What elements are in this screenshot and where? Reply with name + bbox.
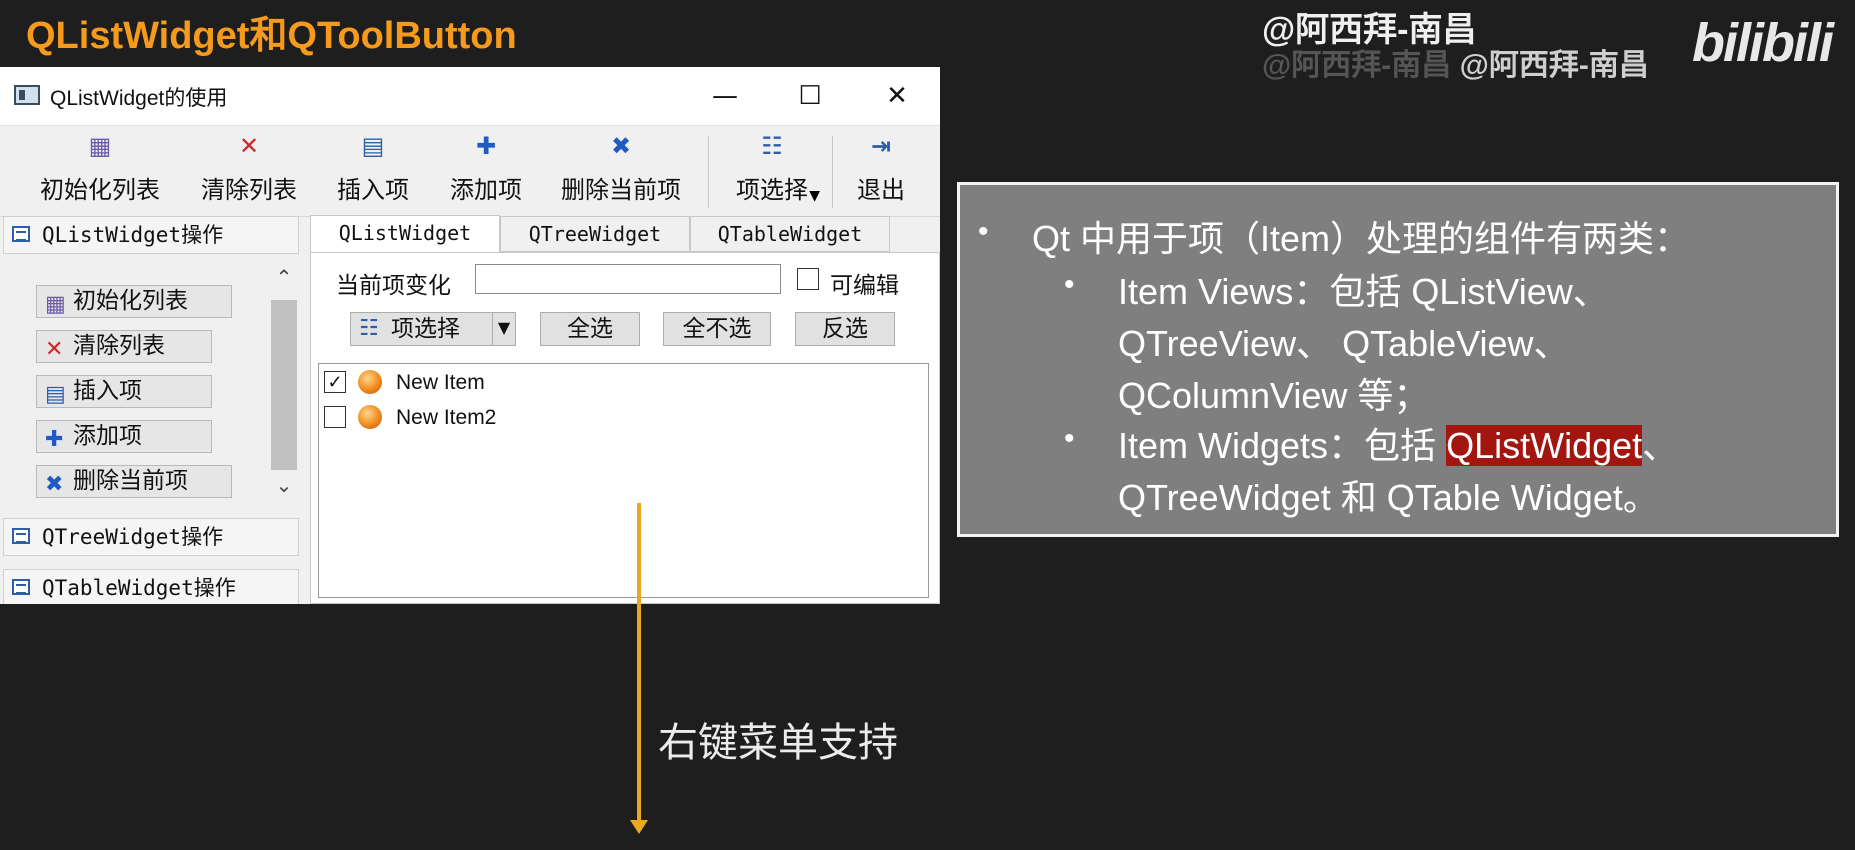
info-line-5: Item Widgets：包括 QListWidget、 bbox=[1118, 425, 1679, 466]
orange-ball-icon bbox=[358, 405, 382, 429]
minimize-button[interactable]: — bbox=[690, 67, 760, 125]
editable-label: 可编辑 bbox=[830, 273, 899, 299]
info-line-2: Item Views：包括 QListView、 bbox=[1118, 271, 1609, 312]
current-item-label: 当前项变化 bbox=[336, 273, 451, 299]
clear-list-tool-button[interactable]: ✕ 清除列表 bbox=[190, 130, 308, 212]
orange-ball-icon bbox=[358, 370, 382, 394]
tree-icon bbox=[12, 528, 30, 544]
toolbox-delete-item-button[interactable]: ✖ 删除当前项 bbox=[36, 465, 232, 498]
toolbox-add-item-button[interactable]: ✚ 添加项 bbox=[36, 420, 212, 453]
info-line-6: QTreeWidget 和 QTable Widget。 bbox=[1118, 477, 1659, 518]
delete-item-tool-button[interactable]: ✖ 删除当前项 bbox=[556, 130, 686, 212]
close-button[interactable]: ✕ bbox=[862, 67, 932, 125]
info-box: • Qt 中用于项（Item）处理的组件有两类： • Item Views：包括… bbox=[957, 182, 1839, 537]
dropdown-arrow-icon: ▼ bbox=[809, 188, 820, 204]
clear-icon: ✕ bbox=[238, 132, 260, 160]
list-init-icon: ▦ bbox=[45, 292, 66, 317]
bullet-icon: • bbox=[1064, 268, 1075, 301]
annotation-arrow-head-icon bbox=[630, 820, 648, 834]
table-icon bbox=[12, 579, 30, 595]
toolbox-section-tablewidget[interactable]: QTableWidget操作 bbox=[3, 569, 299, 604]
select-all-button[interactable]: 全选 bbox=[540, 312, 640, 346]
scrollbar-thumb[interactable] bbox=[271, 300, 297, 470]
toolbox-section-treewidget[interactable]: QTreeWidget操作 bbox=[3, 518, 299, 556]
window-title: QListWidget的使用 bbox=[50, 87, 228, 110]
init-list-tool-button[interactable]: ▦ 初始化列表 bbox=[30, 130, 170, 212]
toolbox-clear-list-button[interactable]: ✕ 清除列表 bbox=[36, 330, 212, 363]
info-line-3: QTreeView、 QTableView、 bbox=[1118, 323, 1570, 364]
dropdown-arrow-icon[interactable]: ▼ bbox=[492, 312, 515, 346]
scroll-down-icon[interactable]: ⌄ bbox=[270, 473, 298, 497]
slide-title: QListWidget和QToolButton bbox=[26, 15, 517, 57]
tab-qlistwidget[interactable]: QListWidget bbox=[310, 215, 500, 253]
app-window: QListWidget的使用 — ☐ ✕ ▦ 初始化列表 ✕ 清除列表 ▤ 插入… bbox=[0, 67, 940, 604]
info-line-4: QColumnView 等； bbox=[1118, 375, 1430, 416]
add-icon: ✚ bbox=[45, 427, 64, 452]
toolbox-insert-item-button[interactable]: ▤ 插入项 bbox=[36, 375, 212, 408]
toolbar: ▦ 初始化列表 ✕ 清除列表 ▤ 插入项 ✚ 添加项 ✖ 删除当前项 ☷ 项选择… bbox=[0, 126, 940, 217]
clear-icon: ✕ bbox=[45, 337, 64, 362]
table-icon bbox=[12, 226, 30, 242]
delete-icon: ✖ bbox=[45, 472, 64, 497]
editable-checkbox[interactable] bbox=[797, 268, 819, 290]
title-bar: QListWidget的使用 — ☐ ✕ bbox=[0, 67, 940, 126]
list-init-icon: ▦ bbox=[88, 132, 112, 160]
select-items-menu-button[interactable]: ☷ 项选择 ▼ bbox=[350, 312, 516, 346]
select-none-button[interactable]: 全不选 bbox=[663, 312, 771, 346]
item-checkbox[interactable]: ✓ bbox=[324, 371, 346, 393]
add-item-tool-button[interactable]: ✚ 添加项 bbox=[440, 130, 532, 212]
bilibili-logo: bilibili bbox=[1692, 13, 1834, 73]
bullet-icon: • bbox=[978, 215, 989, 248]
app-icon bbox=[14, 85, 40, 105]
select-icon: ☷ bbox=[359, 316, 379, 341]
toolbox-scrollbar[interactable]: ⌃ ⌄ bbox=[270, 265, 298, 505]
toolbar-separator bbox=[832, 136, 833, 208]
scroll-up-icon[interactable]: ⌃ bbox=[270, 265, 298, 289]
current-item-input[interactable] bbox=[475, 264, 781, 294]
maximize-button[interactable]: ☐ bbox=[775, 67, 845, 125]
toolbox-section-listwidget[interactable]: QListWidget操作 bbox=[3, 216, 299, 254]
list-widget[interactable] bbox=[318, 363, 929, 598]
annotation-arrow-line bbox=[637, 503, 641, 823]
insert-item-tool-button[interactable]: ▤ 插入项 bbox=[328, 130, 418, 212]
info-line-1: Qt 中用于项（Item）处理的组件有两类： bbox=[1032, 218, 1691, 259]
exit-icon: ⇥ bbox=[870, 132, 892, 160]
watermark-handle-shadow: @阿西拜-南昌 @阿西拜-南昌 bbox=[1262, 49, 1649, 82]
annotation-text: 右键菜单支持 bbox=[658, 720, 898, 766]
exit-tool-button[interactable]: ⇥ 退出 bbox=[846, 130, 916, 212]
toolbox-init-list-button[interactable]: ▦ 初始化列表 bbox=[36, 285, 232, 318]
invert-selection-button[interactable]: 反选 bbox=[795, 312, 895, 346]
item-checkbox[interactable] bbox=[324, 406, 346, 428]
delete-icon: ✖ bbox=[610, 132, 632, 160]
highlight-qlistwidget: QListWidget bbox=[1446, 425, 1643, 466]
insert-icon: ▤ bbox=[45, 382, 66, 407]
tab-qtablewidget[interactable]: QTableWidget bbox=[690, 216, 890, 252]
insert-icon: ▤ bbox=[361, 132, 385, 160]
toolbar-separator bbox=[708, 136, 709, 208]
bullet-icon: • bbox=[1064, 422, 1075, 455]
add-icon: ✚ bbox=[475, 132, 497, 160]
select-items-tool-button[interactable]: ☷ 项选择 ▼ bbox=[726, 130, 820, 212]
select-icon: ☷ bbox=[761, 132, 783, 160]
tab-qtreewidget[interactable]: QTreeWidget bbox=[500, 216, 690, 252]
